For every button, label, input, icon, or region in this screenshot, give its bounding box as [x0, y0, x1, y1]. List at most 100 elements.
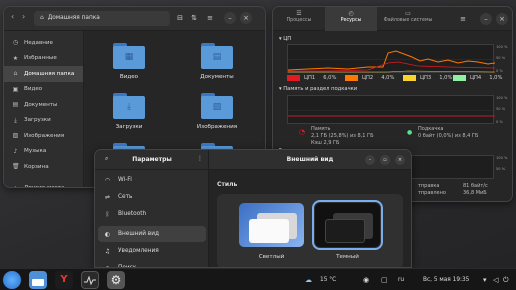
tab-processes[interactable]: ☰ Процессы	[273, 7, 325, 31]
close-icon[interactable]: ×	[395, 155, 405, 165]
minimize-icon[interactable]: –	[224, 12, 236, 24]
kebab-menu-icon[interactable]: ⋮	[197, 155, 203, 162]
file-manager-headerbar: ‹ › ⌂ Домашняя папка ⊟ ⇅ ≡ – ×	[4, 7, 265, 31]
resources-icon: ◴	[348, 10, 354, 17]
clipboard-icon[interactable]: ▢	[381, 269, 388, 290]
sidebar-item-label: Избранные	[24, 55, 57, 62]
file-manager-sidebar: ◷ Недавние ★ Избранные ⌂ Домашняя папка ▣ Видео…	[4, 31, 84, 187]
path-bar[interactable]: ⌂ Домашняя папка	[34, 11, 170, 26]
settings-nav-item[interactable]: ◠ Wi-Fi	[98, 172, 206, 188]
menu-icon[interactable]: ≡	[457, 13, 469, 25]
menu-icon[interactable]: ≡	[204, 12, 216, 24]
sidebar-item-label: Видео	[24, 86, 43, 93]
volume-icon[interactable]: ◁	[493, 269, 498, 290]
sidebar-item[interactable]: ▨ Изображения	[4, 128, 83, 144]
folder-label: Изображения	[196, 124, 238, 130]
clock[interactable]: Вс, 5 мая 19:35	[423, 269, 469, 290]
maximize-icon[interactable]: ▫	[380, 155, 390, 165]
temperature[interactable]: 15 °C	[320, 269, 336, 290]
files-icon[interactable]	[29, 271, 47, 289]
cpu-graph	[287, 44, 496, 73]
folder-label: Видео	[119, 74, 139, 80]
music-icon: ♪	[13, 147, 18, 155]
settings-nav-item[interactable]: ♫ Уведомления	[98, 243, 206, 259]
memory-axis-100: 100 %	[496, 96, 508, 100]
keyboard-layout[interactable]: ru	[398, 269, 404, 290]
folder-icon: ▤	[201, 43, 233, 69]
home-icon: ⌂	[13, 70, 18, 78]
settings-nav-label: Уведомления	[118, 248, 159, 254]
settings-nav-item[interactable]: ◐ Внешний вид	[98, 226, 206, 242]
settings-icon[interactable]: ⚙	[107, 271, 125, 289]
image-icon: ▨	[12, 132, 19, 140]
light-style-preview[interactable]	[239, 203, 304, 247]
sidebar-item[interactable]: ★ Избранные	[4, 51, 83, 67]
cpu-color-swatch[interactable]	[345, 75, 358, 81]
screenshot-icon[interactable]: ◉	[363, 269, 369, 290]
sidebar-item[interactable]: + Другие места	[4, 181, 83, 187]
settings-nav-item[interactable]: ⇌ Сеть	[98, 189, 206, 205]
folder-icon: ▨	[201, 93, 233, 119]
folder-item[interactable]: ▦ Видео	[99, 43, 159, 80]
close-icon[interactable]: ×	[496, 13, 508, 25]
settings-nav-item[interactable]: ⌕ Поиск	[98, 260, 206, 267]
memory-info: Память 2,1 ГБ (25,8%) из 8,1 ГБ Кэш 2,9 …	[311, 126, 374, 147]
system-icon[interactable]	[3, 271, 21, 289]
cpu-color-swatch[interactable]	[453, 75, 466, 81]
cpu-value: 1,0%	[489, 75, 503, 81]
sidebar-item[interactable]: ▤ Документы	[4, 97, 83, 113]
sidebar-item-label: Изображения	[24, 132, 65, 139]
wifi-icon[interactable]: ▾	[483, 269, 487, 290]
wifi-icon: ◠	[104, 176, 111, 184]
weather-icon: ☁	[305, 276, 312, 284]
settings-title: Параметры	[132, 156, 172, 163]
cpu-name: ЦП1	[304, 75, 316, 81]
sidebar-item[interactable]: ⌂ Домашняя папка	[4, 66, 83, 82]
settings-sidebar-header: ⌕ Параметры ⋮	[95, 150, 209, 170]
minimize-icon[interactable]: –	[365, 155, 375, 165]
minimize-icon[interactable]: –	[480, 13, 492, 25]
tab-resources[interactable]: ◴ Ресурсы	[325, 7, 377, 31]
folder-item[interactable]: ▤ Документы	[187, 43, 247, 80]
sidebar-item-label: Музыка	[24, 148, 47, 155]
cpu-legend-item: ЦП2 4,0%	[345, 75, 394, 81]
star-icon: ★	[12, 54, 19, 62]
monitor-icon[interactable]	[81, 271, 99, 289]
bluetooth-icon: ᛒ	[105, 210, 110, 218]
power-icon[interactable]: ⏻	[503, 269, 509, 290]
cpu-color-swatch[interactable]	[403, 75, 416, 81]
sidebar-item[interactable]: ♪ Музыка	[4, 144, 83, 160]
sidebar-item-label: Домашняя папка	[24, 70, 75, 77]
settings-nav-label: Сеть	[118, 194, 133, 200]
yandex-icon[interactable]: Y	[55, 271, 73, 289]
image-icon: ▨	[212, 102, 222, 112]
sidebar-item[interactable]: ◷ Недавние	[4, 35, 83, 51]
download-icon: ⤓	[14, 116, 17, 124]
sidebar-item-label: Другие места	[24, 185, 64, 187]
folder-item[interactable]: ⤓ Загрузки	[99, 93, 159, 130]
sort-icon[interactable]: ⇅	[188, 12, 200, 24]
forward-icon[interactable]: ›	[22, 12, 25, 21]
cpu-section-header[interactable]: ▾ ЦП	[279, 36, 291, 42]
bell-icon: ♫	[104, 247, 111, 255]
network-axis-50: 50 %	[496, 167, 506, 171]
dark-style-preview[interactable]	[312, 200, 383, 250]
cpu-legend-item: ЦП3 1,0%	[403, 75, 452, 81]
taskbar: Y ⚙ ☁ 15 °C ◉ ▢ ru Вс, 5 мая 19:35 ▾ ◁ ⏻	[0, 268, 516, 290]
folder-item[interactable]: ▨ Изображения	[187, 93, 247, 130]
settings-nav-item[interactable]: ᛒ Bluetooth	[98, 206, 206, 222]
close-icon[interactable]: ×	[240, 12, 252, 24]
back-icon[interactable]: ‹	[11, 12, 14, 21]
tab-filesystems[interactable]: ▭ Файловые системы	[377, 7, 439, 31]
sidebar-item[interactable]: 🗑 Корзина	[4, 159, 83, 175]
cpu-color-swatch[interactable]	[287, 75, 300, 81]
sidebar-item-label: Загрузки	[24, 117, 51, 124]
sidebar-item[interactable]: ▣ Видео	[4, 82, 83, 98]
settings-nav-label: Bluetooth	[118, 211, 147, 217]
sidebar-item[interactable]: ⤓ Загрузки	[4, 113, 83, 129]
view-options-icon[interactable]: ⊟	[174, 12, 186, 24]
cpu-axis-100: 100 %	[496, 45, 508, 49]
folder-label: Документы	[200, 74, 234, 80]
memory-section-header[interactable]: ▾ Память и раздел подкачки	[279, 86, 357, 92]
sidebar-item-label: Недавние	[24, 39, 53, 46]
